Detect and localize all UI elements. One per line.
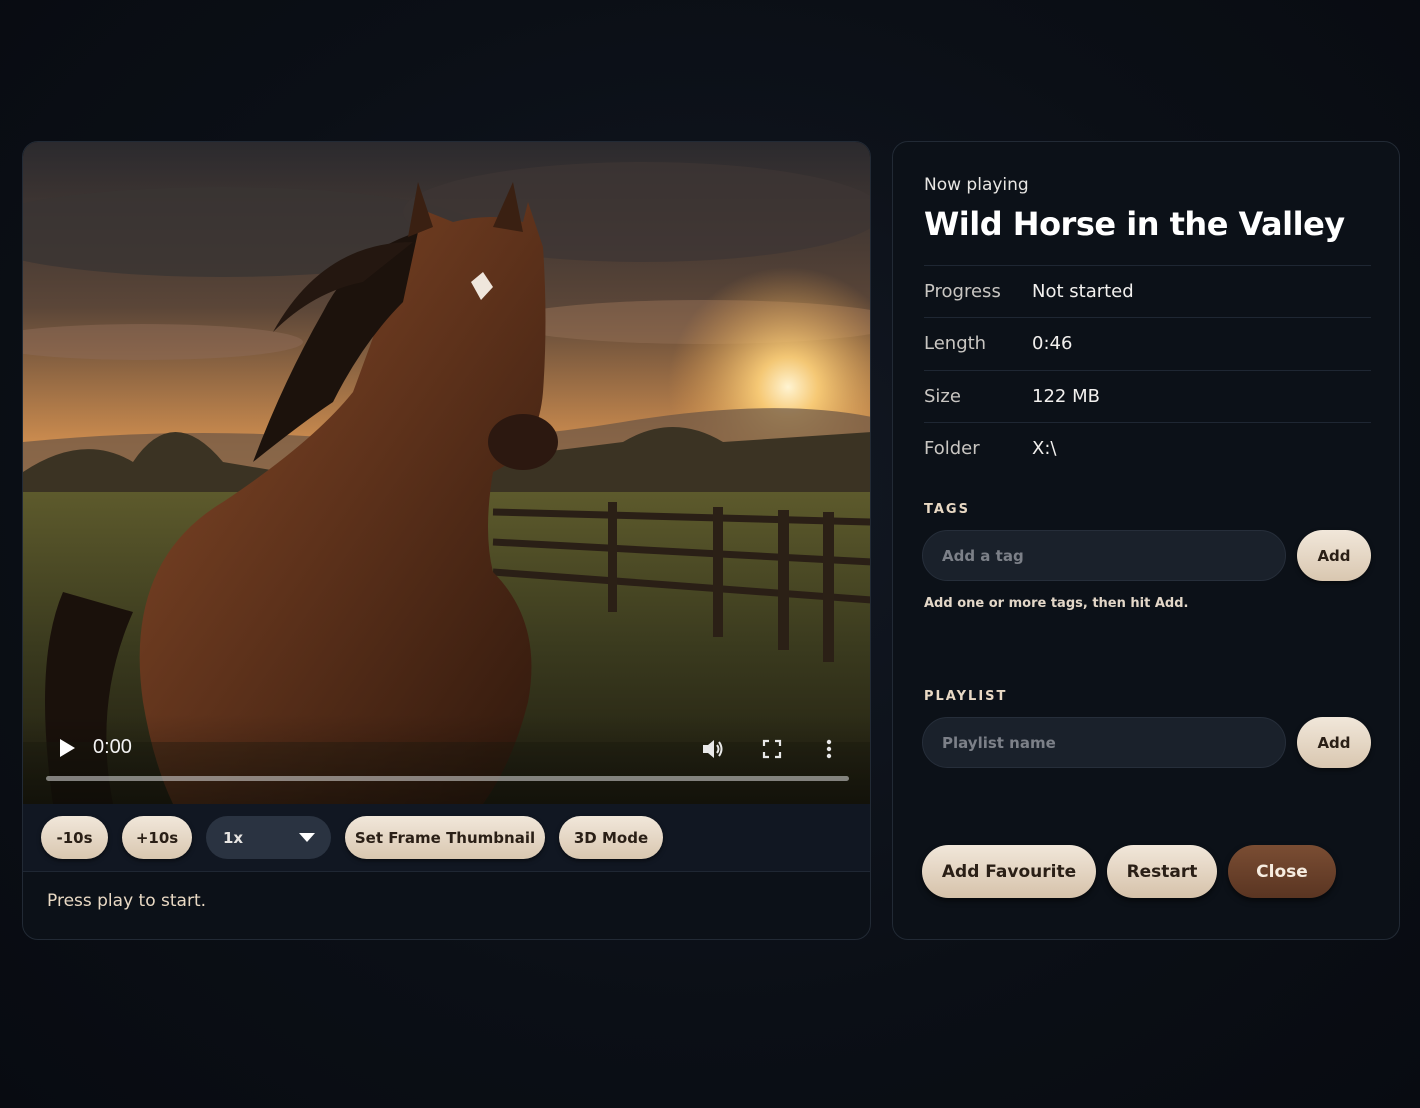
meta-label: Folder: [924, 438, 980, 459]
meta-row-progress: Progress Not started: [924, 265, 1371, 317]
add-favourite-button[interactable]: Add Favourite: [922, 845, 1096, 898]
playback-speed-select[interactable]: 1x: [206, 816, 331, 859]
meta-row-length: Length 0:46: [924, 317, 1371, 369]
more-vertical-icon[interactable]: [816, 736, 842, 762]
meta-label: Length: [924, 333, 987, 354]
meta-value: Not started: [1032, 281, 1134, 302]
tags-heading: TAGS: [924, 502, 970, 517]
video-info-panel: Now playing Wild Horse in the Valley Pro…: [892, 141, 1400, 940]
player-status-text: Press play to start.: [47, 891, 207, 911]
add-tag-button[interactable]: Add: [1297, 530, 1371, 581]
set-frame-thumbnail-button[interactable]: Set Frame Thumbnail: [345, 816, 545, 859]
tag-input[interactable]: [922, 530, 1286, 581]
restart-button[interactable]: Restart: [1107, 845, 1217, 898]
rewind-10s-button[interactable]: -10s: [41, 816, 108, 859]
meta-label: Progress: [924, 281, 1001, 302]
add-playlist-button[interactable]: Add: [1297, 717, 1371, 768]
close-button[interactable]: Close: [1228, 845, 1336, 898]
playback-speed-value: 1x: [223, 828, 244, 847]
volume-icon[interactable]: [700, 736, 726, 762]
now-playing-label: Now playing: [924, 175, 1029, 195]
fullscreen-icon[interactable]: [759, 736, 785, 762]
play-icon[interactable]: [56, 737, 78, 759]
current-time: 0:00: [93, 736, 132, 758]
video-player-card: 0:00 -10s +10s 1x Set Frame Thumbnail 3D…: [22, 141, 871, 940]
player-toolbar: -10s +10s 1x Set Frame Thumbnail 3D Mode: [23, 804, 870, 872]
meta-value: X:\: [1032, 438, 1057, 459]
meta-value: 0:46: [1032, 333, 1073, 354]
chevron-down-icon: [299, 833, 315, 842]
video-still-image: [23, 142, 870, 804]
tags-hint: Add one or more tags, then hit Add.: [924, 596, 1189, 611]
video-controls-overlay: [23, 714, 870, 804]
meta-row-folder: Folder X:\: [924, 422, 1371, 474]
playlist-heading: PLAYLIST: [924, 689, 1008, 704]
meta-value: 122 MB: [1032, 386, 1100, 407]
video-title: Wild Horse in the Valley: [924, 205, 1345, 243]
seek-bar[interactable]: [46, 776, 849, 781]
video-frame[interactable]: 0:00: [23, 142, 870, 804]
playlist-name-input[interactable]: [922, 717, 1286, 768]
meta-label: Size: [924, 386, 961, 407]
meta-row-size: Size 122 MB: [924, 370, 1371, 422]
forward-10s-button[interactable]: +10s: [122, 816, 192, 859]
3d-mode-button[interactable]: 3D Mode: [559, 816, 663, 859]
